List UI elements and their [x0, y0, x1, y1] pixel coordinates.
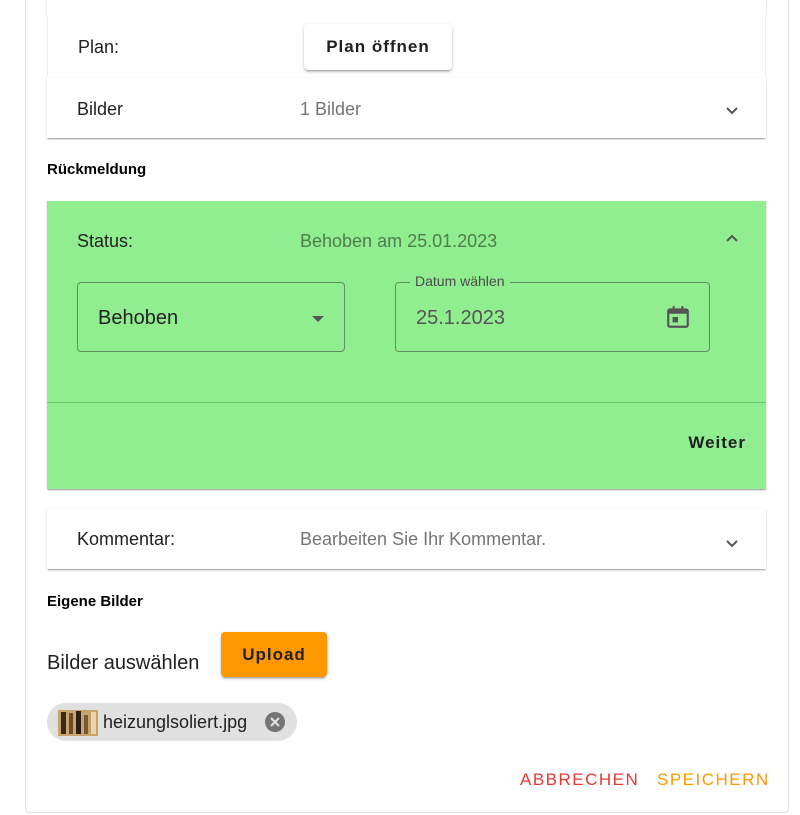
date-field-value: 25.1.2023 [416, 307, 505, 329]
cancel-button[interactable]: ABBRECHEN [516, 766, 643, 794]
date-field[interactable]: Datum wählen 25.1.2023 [395, 273, 710, 352]
next-button[interactable]: Weiter [680, 427, 754, 459]
upload-button[interactable]: Upload [221, 632, 327, 677]
status-panel: Status: Behoben am 25.01.2023 Behoben Da… [47, 201, 766, 489]
bilder-row[interactable]: Bilder 1 Bilder [47, 78, 766, 138]
save-button[interactable]: SPEICHERN [653, 766, 774, 794]
status-summary: Behoben am 25.01.2023 [300, 231, 498, 251]
plan-label: Plan: [78, 37, 120, 57]
bilder-label: Bilder [77, 99, 124, 119]
eigene-bilder-heading: Eigene Bilder [47, 593, 143, 610]
kommentar-label: Kommentar: [77, 529, 176, 549]
chevron-down-icon[interactable] [724, 535, 740, 551]
rueckmeldung-heading: Rückmeldung [47, 161, 147, 178]
calendar-icon[interactable] [665, 304, 691, 330]
chevron-up-icon[interactable] [724, 231, 740, 247]
status-select-value: Behoben [98, 307, 179, 329]
close-circle-icon[interactable] [264, 711, 286, 733]
status-select[interactable]: Behoben [77, 282, 345, 352]
panel-divider [47, 402, 766, 403]
bilder-count: 1 Bilder [300, 99, 362, 119]
status-label: Status: [77, 231, 134, 251]
date-field-label: Datum wählen [410, 273, 510, 289]
open-plan-button[interactable]: Plan öffnen [304, 24, 452, 70]
file-chip: heizunglsoliert.jpg [47, 703, 297, 741]
chevron-down-icon[interactable] [724, 102, 740, 118]
kommentar-row[interactable]: Kommentar: Bearbeiten Sie Ihr Kommentar. [47, 509, 766, 569]
previous-panel-edge [47, 0, 766, 15]
select-images-label: Bilder auswählen [47, 652, 200, 674]
dropdown-arrow-icon [312, 316, 324, 322]
file-name: heizunglsoliert.jpg [103, 712, 248, 732]
image-thumbnail-icon [58, 710, 98, 736]
kommentar-placeholder: Bearbeiten Sie Ihr Kommentar. [300, 529, 547, 549]
